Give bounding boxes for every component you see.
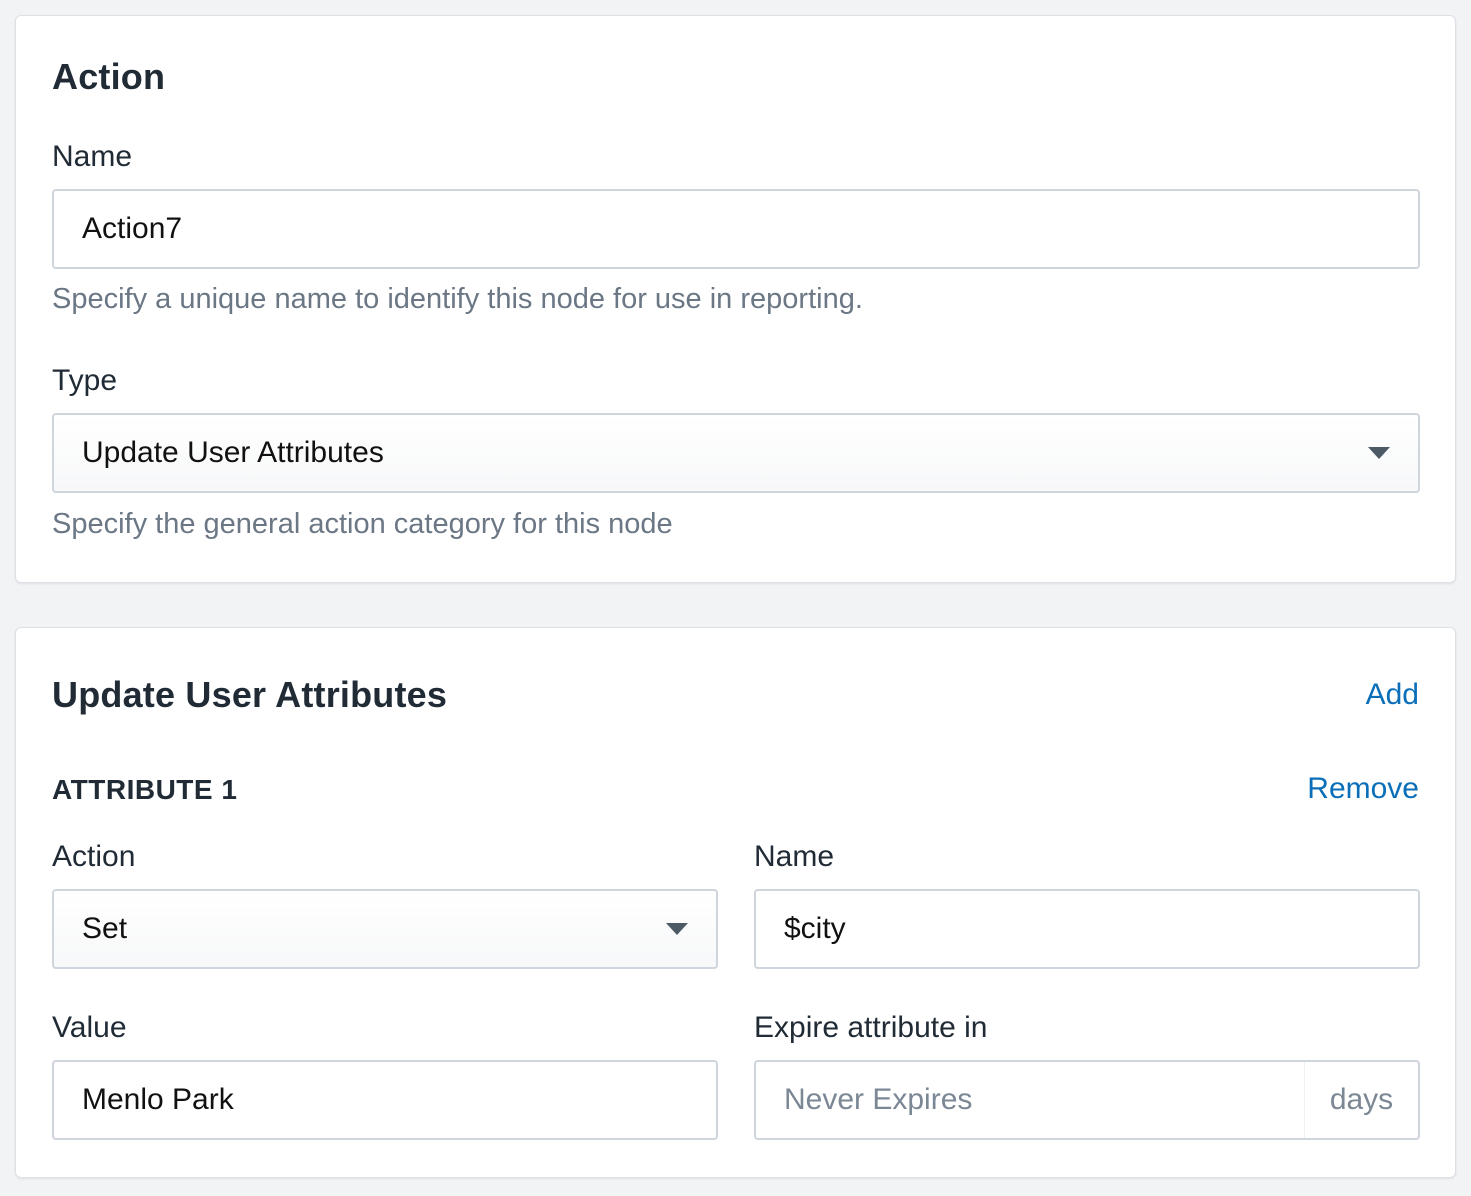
chevron-down-icon xyxy=(1368,447,1390,459)
attribute-value-label: Value xyxy=(52,1011,127,1044)
action-card: Action Name Action7 Specify a unique nam… xyxy=(15,15,1456,583)
attribute-value-input[interactable]: Menlo Park xyxy=(52,1060,718,1140)
type-select[interactable]: Update User Attributes xyxy=(52,413,1420,493)
action-card-title: Action xyxy=(52,56,166,97)
type-help: Specify the general action category for … xyxy=(52,508,673,540)
node-name-input[interactable]: Action7 xyxy=(52,189,1420,269)
attribute-action-value: Set xyxy=(82,912,128,945)
attribute-action-label: Action xyxy=(52,840,136,873)
attribute-value-value: Menlo Park xyxy=(82,1083,234,1116)
remove-attribute-link[interactable]: Remove xyxy=(1307,772,1419,806)
attributes-card-title: Update User Attributes xyxy=(52,674,448,715)
attribute-action-select[interactable]: Set xyxy=(52,889,718,969)
attribute-name-value: $city xyxy=(784,912,846,945)
chevron-down-icon xyxy=(666,923,688,935)
update-user-attributes-card: Update User Attributes Add ATTRIBUTE 1 R… xyxy=(15,627,1456,1178)
expire-attribute-label: Expire attribute in xyxy=(754,1011,988,1044)
type-label: Type xyxy=(52,364,118,397)
name-label: Name xyxy=(52,140,133,173)
expire-placeholder: Never Expires xyxy=(784,1083,973,1116)
attribute-name-input[interactable]: $city xyxy=(754,889,1420,969)
node-name-value: Action7 xyxy=(82,212,183,245)
attribute-name-label: Name xyxy=(754,840,835,873)
type-select-value: Update User Attributes xyxy=(82,436,384,469)
add-attribute-link[interactable]: Add xyxy=(1366,678,1419,712)
node-name-help: Specify a unique name to identify this n… xyxy=(52,283,863,315)
attribute-heading: ATTRIBUTE 1 xyxy=(52,774,238,805)
days-suffix: days xyxy=(1304,1062,1418,1138)
expire-attribute-input[interactable]: Never Expires days xyxy=(754,1060,1420,1140)
